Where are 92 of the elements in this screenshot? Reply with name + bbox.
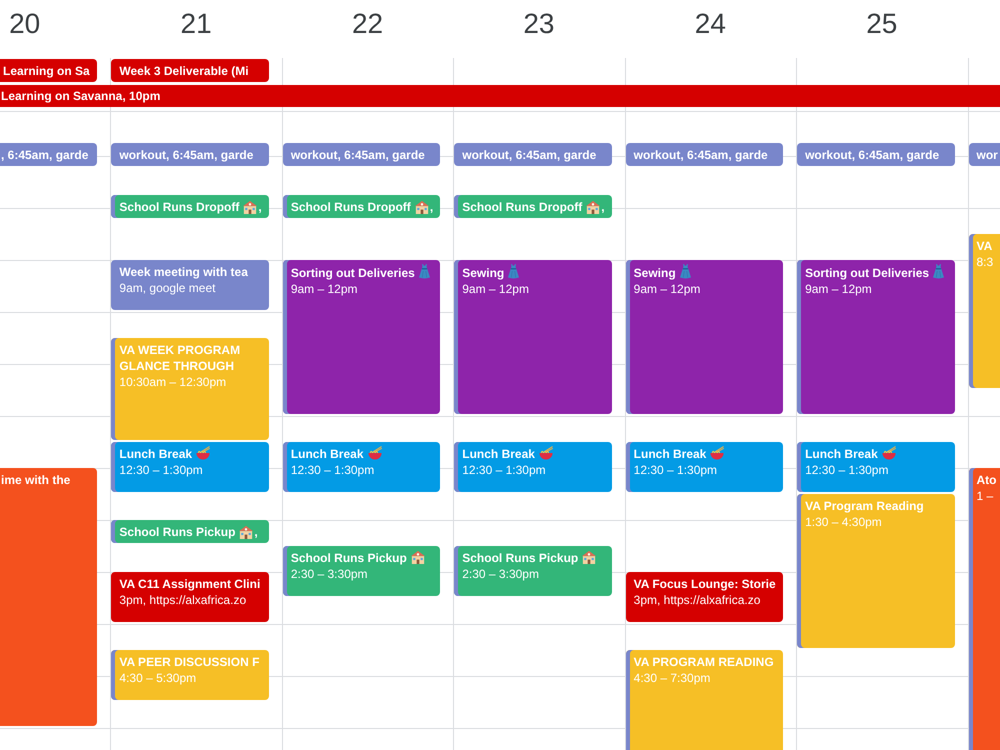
event-title: School Runs Pickup bbox=[462, 551, 578, 565]
event-time: 9am – 12pm bbox=[634, 282, 700, 296]
school-icon bbox=[414, 200, 429, 214]
event-chip[interactable]: School Runs Dropoff , bbox=[111, 195, 269, 218]
school-icon bbox=[586, 200, 600, 214]
event-title: Sewing bbox=[634, 266, 676, 280]
event-time: 3pm, https://alxafrica.zo bbox=[119, 593, 246, 607]
calendar-event[interactable]: VA C11 Assignment Clini 3pm, https://alxafrica.zo bbox=[111, 572, 269, 622]
event-title: VA Program Reading bbox=[805, 499, 924, 513]
event-time: 4:30 – 5:30pm bbox=[119, 671, 196, 685]
event-chip[interactable]: School Runs Dropoff , bbox=[282, 195, 440, 218]
calendar-event[interactable]: School Runs Pickup 2:30 – 3:30pm bbox=[454, 546, 612, 596]
event-time: 12:30 – 1:30pm bbox=[805, 463, 888, 477]
calendar-event[interactable]: Week meeting with tea 9am, google meet bbox=[111, 260, 269, 310]
event-title: VA WEEK PROGRAM GLANCE THROUGH bbox=[119, 343, 240, 373]
event-chip[interactable]: , 6:45am, garde bbox=[0, 143, 98, 166]
noodle-bowl-icon bbox=[196, 446, 210, 460]
day-number[interactable]: 22 bbox=[352, 8, 384, 39]
event-chip[interactable]: workout, 6:45am, garde bbox=[797, 143, 954, 166]
day-number[interactable]: 24 bbox=[694, 8, 726, 39]
day-number[interactable]: 25 bbox=[866, 8, 898, 39]
calendar-event[interactable]: VA Focus Lounge: Storie 3pm, https://alxafrica.zo bbox=[626, 572, 784, 622]
dress-icon bbox=[680, 264, 691, 279]
event-chip[interactable]: workout, 6:45am, garde bbox=[111, 143, 269, 166]
school-icon bbox=[582, 550, 596, 564]
noodle-bowl-icon bbox=[882, 446, 896, 460]
dress-icon bbox=[933, 264, 944, 279]
event-chip[interactable]: wor bbox=[968, 143, 1000, 166]
event-title: VA PROGRAM READING bbox=[634, 655, 774, 669]
event-title: Lunch Break bbox=[634, 447, 706, 461]
calendar-event[interactable]: Ato 1 – bbox=[968, 468, 1000, 750]
event-title: Ato bbox=[976, 473, 996, 487]
event-chip[interactable]: workout, 6:45am, garde bbox=[454, 143, 612, 166]
event-time: 1:30 – 4:30pm bbox=[805, 515, 882, 529]
day-number[interactable]: 20 bbox=[9, 8, 40, 39]
event-time: 9am – 12pm bbox=[805, 282, 872, 296]
event-time: 2:30 – 3:30pm bbox=[290, 567, 368, 581]
event-time: 12:30 – 1:30pm bbox=[119, 463, 203, 477]
calendar-event[interactable]: Lunch Break 12:30 – 1:30pm bbox=[797, 442, 954, 492]
school-icon bbox=[239, 524, 254, 538]
calendar-event[interactable]: Sewing 9am – 12pm bbox=[454, 260, 612, 414]
calendar-event[interactable]: Lunch Break 12:30 – 1:30pm bbox=[282, 442, 440, 492]
event-title: ime with the bbox=[1, 473, 70, 487]
noodle-bowl-icon bbox=[538, 446, 553, 460]
event-time: 3pm, https://alxafrica.zo bbox=[634, 593, 760, 607]
event-time: 12:30 – 1:30pm bbox=[634, 463, 718, 477]
event-time: 4:30 – 7:30pm bbox=[634, 671, 710, 685]
day-number[interactable]: 21 bbox=[180, 8, 212, 39]
event-time: 9am – 12pm bbox=[290, 282, 358, 296]
event-time: 12:30 – 1:30pm bbox=[462, 463, 546, 477]
event-title: VA bbox=[976, 239, 992, 253]
noodle-bowl-icon bbox=[710, 446, 724, 460]
event-time: 10:30am – 12:30pm bbox=[119, 375, 226, 389]
event-title: VA PEER DISCUSSION F bbox=[119, 655, 260, 669]
event-title: Lunch Break bbox=[805, 447, 878, 461]
dress-icon bbox=[508, 264, 520, 279]
event-title: VA C11 Assignment Clini bbox=[119, 577, 260, 591]
event-title: Week meeting with tea bbox=[119, 265, 248, 279]
all-day-event[interactable]: Learning on Sa bbox=[0, 59, 98, 82]
all-day-event[interactable]: Week 3 Deliverable (Mi bbox=[111, 59, 269, 82]
calendar-event[interactable]: Sewing 9am – 12pm bbox=[626, 260, 784, 414]
event-title: Sorting out Deliveries bbox=[805, 266, 930, 280]
all-day-event[interactable]: Learning on Savanna, 10pm bbox=[0, 85, 1000, 107]
calendar-event[interactable]: Lunch Break 12:30 – 1:30pm bbox=[111, 442, 269, 492]
calendar-event[interactable]: Lunch Break 12:30 – 1:30pm bbox=[626, 442, 784, 492]
event-title: Lunch Break bbox=[462, 447, 535, 461]
event-chip[interactable]: workout, 6:45am, garde bbox=[626, 143, 784, 166]
calendar-event[interactable]: Lunch Break 12:30 – 1:30pm bbox=[454, 442, 612, 492]
event-title: Lunch Break bbox=[290, 447, 364, 461]
event-chip[interactable]: School Runs Pickup , bbox=[111, 520, 269, 543]
school-icon bbox=[243, 200, 258, 214]
event-title: Lunch Break bbox=[119, 447, 192, 461]
calendar-event[interactable]: ime with the bbox=[0, 468, 98, 726]
event-title: School Runs Pickup bbox=[290, 551, 407, 565]
noodle-bowl-icon bbox=[368, 446, 382, 460]
calendar-event[interactable]: Sorting out Deliveries 9am – 12pm bbox=[282, 260, 440, 414]
dress-icon bbox=[418, 264, 430, 279]
event-time: 9am, google meet bbox=[119, 281, 216, 295]
event-chip[interactable]: workout, 6:45am, garde bbox=[282, 143, 440, 166]
event-chip[interactable]: School Runs Dropoff , bbox=[454, 195, 612, 218]
calendar-event[interactable]: Sorting out Deliveries 9am – 12pm bbox=[797, 260, 954, 414]
school-icon bbox=[410, 550, 425, 564]
event-time: 8:3 bbox=[976, 255, 994, 269]
event-title: Sorting out Deliveries bbox=[290, 266, 415, 280]
event-time: 2:30 – 3:30pm bbox=[462, 567, 539, 581]
day-number[interactable]: 23 bbox=[523, 8, 555, 39]
event-title: Sewing bbox=[462, 266, 504, 280]
event-time: 9am – 12pm bbox=[462, 282, 529, 296]
event-time: 1 – bbox=[976, 489, 994, 503]
event-title: VA Focus Lounge: Storie bbox=[634, 577, 776, 591]
calendar-event[interactable]: School Runs Pickup 2:30 – 3:30pm bbox=[282, 546, 440, 596]
event-time: 12:30 – 1:30pm bbox=[290, 463, 374, 477]
